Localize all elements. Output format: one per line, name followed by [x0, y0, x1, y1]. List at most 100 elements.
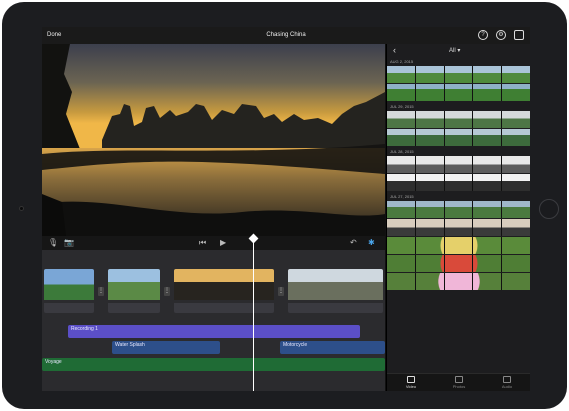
media-thumbnail[interactable] [445, 237, 474, 254]
media-thumbnail[interactable] [387, 201, 416, 218]
media-clip-row[interactable] [387, 273, 530, 290]
playhead[interactable] [253, 242, 254, 391]
gear-icon[interactable]: ✱ [368, 238, 375, 247]
media-thumbnail[interactable] [387, 66, 416, 83]
media-thumbnail[interactable] [387, 273, 416, 290]
media-thumbnail[interactable] [387, 156, 416, 173]
audio-track-motorcycle[interactable]: Motorcycle [280, 341, 385, 354]
audio-track-recording[interactable]: Recording 1 [68, 325, 360, 338]
section-date: JUL 27, 2015 [390, 194, 414, 199]
track-label: Recording 1 [71, 326, 98, 332]
media-thumbnail[interactable] [502, 111, 530, 128]
media-thumbnail[interactable] [416, 66, 445, 83]
media-thumbnail[interactable] [473, 255, 503, 272]
media-thumbnail[interactable] [445, 84, 474, 101]
media-thumbnail[interactable] [473, 219, 503, 236]
media-thumbnail[interactable] [387, 219, 416, 236]
media-thumbnail[interactable] [473, 237, 503, 254]
timeline-clip[interactable] [288, 269, 383, 313]
media-thumbnail[interactable] [473, 201, 503, 218]
media-clip-row[interactable] [387, 156, 530, 173]
back-icon[interactable]: ‹ [393, 45, 396, 55]
media-thumbnail[interactable] [502, 156, 530, 173]
media-clip-row[interactable] [387, 255, 530, 272]
media-thumbnail[interactable] [502, 66, 530, 83]
share-icon[interactable] [514, 30, 524, 40]
media-thumbnail[interactable] [502, 219, 530, 236]
media-clip-row[interactable] [387, 84, 530, 101]
media-thumbnail[interactable] [473, 156, 503, 173]
media-thumbnail[interactable] [387, 111, 416, 128]
home-button[interactable] [539, 199, 559, 219]
transition-icon[interactable]: ⋮ [98, 287, 104, 296]
media-thumbnail[interactable] [445, 219, 474, 236]
media-thumbnail[interactable] [473, 66, 503, 83]
transition-icon[interactable]: ⋮ [164, 287, 170, 296]
microphone-icon[interactable]: 🎙 [48, 238, 58, 247]
media-thumbnail[interactable] [387, 255, 416, 272]
media-thumbnail[interactable] [416, 219, 445, 236]
tab-photos[interactable]: Photos [435, 374, 483, 391]
timeline-clip[interactable] [108, 269, 160, 313]
play-button[interactable]: ▶ [220, 238, 226, 247]
media-thumbnail[interactable] [445, 255, 474, 272]
timeline-clip-selected[interactable] [174, 269, 274, 313]
media-thumbnail[interactable] [416, 237, 445, 254]
transition-icon[interactable]: ⋮ [278, 287, 284, 296]
help-icon[interactable]: ? [478, 30, 488, 40]
media-thumbnail[interactable] [445, 174, 474, 191]
media-thumbnail[interactable] [445, 156, 474, 173]
media-thumbnail[interactable] [502, 255, 530, 272]
timeline[interactable]: ⋮ ⋮ ⋮ Recording 1 Water Splash Motorcycl… [42, 250, 385, 391]
media-thumbnail[interactable] [387, 129, 416, 146]
media-thumbnail[interactable] [473, 129, 503, 146]
media-thumbnail[interactable] [445, 129, 474, 146]
media-thumbnail[interactable] [445, 201, 474, 218]
video-viewer[interactable] [42, 44, 385, 236]
media-clip-row[interactable] [387, 111, 530, 128]
media-thumbnail[interactable] [502, 84, 530, 101]
media-thumbnail[interactable] [416, 84, 445, 101]
media-thumbnail[interactable] [387, 237, 416, 254]
media-thumbnail[interactable] [416, 255, 445, 272]
media-thumbnail[interactable] [502, 273, 530, 290]
timeline-clip[interactable] [44, 269, 94, 313]
filter-dropdown[interactable]: All ▾ [449, 47, 460, 54]
media-thumbnail[interactable] [387, 84, 416, 101]
media-thumbnail[interactable] [445, 111, 474, 128]
media-thumbnail[interactable] [473, 111, 503, 128]
media-thumbnail[interactable] [416, 156, 445, 173]
settings-icon[interactable]: ⚙ [496, 30, 506, 40]
section-date: JUL 28, 2015 [390, 149, 414, 154]
media-thumbnail[interactable] [473, 174, 503, 191]
media-thumbnail[interactable] [502, 174, 530, 191]
media-thumbnail[interactable] [416, 111, 445, 128]
photos-icon [455, 376, 463, 383]
media-thumbnail[interactable] [416, 174, 445, 191]
media-clip-row[interactable] [387, 174, 530, 191]
media-thumbnail[interactable] [473, 273, 503, 290]
music-track-voyage[interactable]: Voyage [42, 358, 385, 371]
tab-audio[interactable]: Audio [483, 374, 530, 391]
skip-back-icon[interactable]: ⏮ [199, 238, 206, 248]
media-thumbnail[interactable] [502, 129, 530, 146]
media-thumbnail[interactable] [416, 273, 445, 290]
media-clip-row[interactable] [387, 201, 530, 218]
media-thumbnail[interactable] [502, 201, 530, 218]
camera-icon[interactable]: 📷 [64, 238, 74, 247]
media-thumbnail[interactable] [445, 66, 474, 83]
media-thumbnail[interactable] [416, 129, 445, 146]
media-clip-row[interactable] [387, 237, 530, 254]
media-thumbnail[interactable] [416, 201, 445, 218]
audio-track-water-splash[interactable]: Water Splash [112, 341, 220, 354]
media-clip-row[interactable] [387, 219, 530, 236]
media-thumbnail[interactable] [445, 273, 474, 290]
media-thumbnail[interactable] [502, 237, 530, 254]
undo-icon[interactable]: ↶ [350, 238, 357, 247]
video-icon [407, 376, 415, 383]
media-clip-row[interactable] [387, 129, 530, 146]
media-thumbnail[interactable] [473, 84, 503, 101]
media-thumbnail[interactable] [387, 174, 416, 191]
media-clip-row[interactable] [387, 66, 530, 83]
tab-video[interactable]: Video [387, 374, 435, 391]
